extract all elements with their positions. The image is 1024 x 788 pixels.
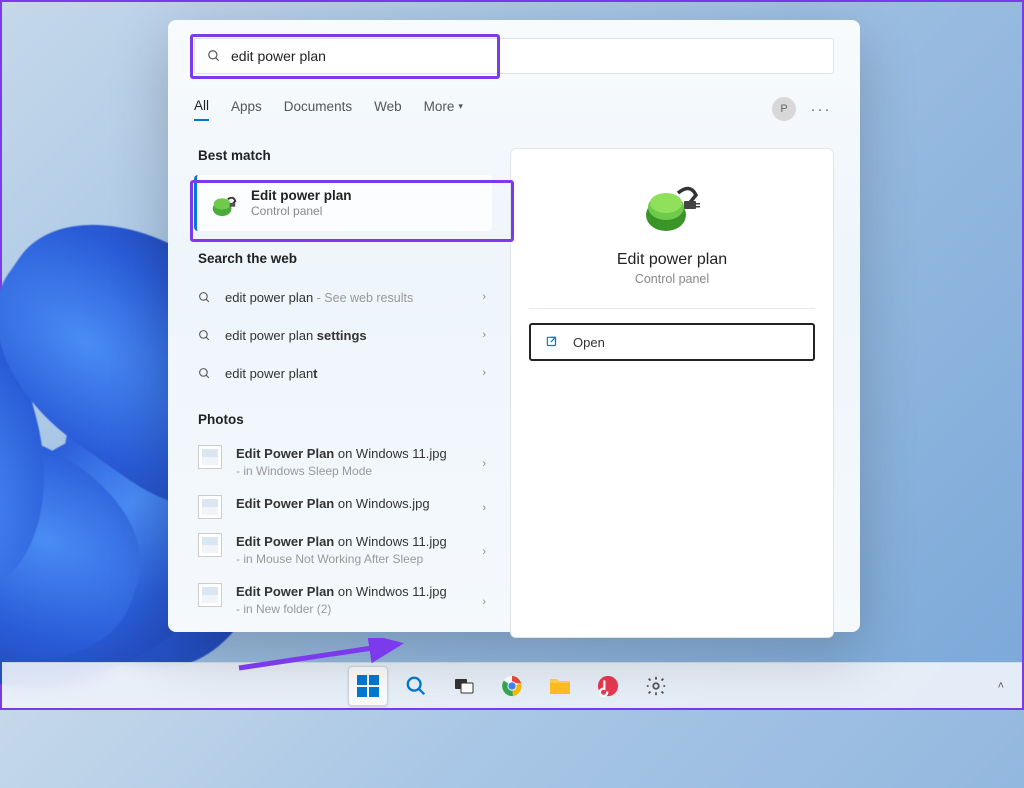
- chevron-right-icon: ›: [482, 596, 486, 608]
- best-match-result[interactable]: Edit power plan Control panel: [194, 175, 492, 231]
- web-result[interactable]: edit power plan - See web results ›: [194, 278, 492, 316]
- chevron-right-icon: ›: [482, 502, 486, 514]
- user-avatar[interactable]: P: [772, 97, 796, 121]
- detail-title: Edit power plan: [617, 251, 727, 269]
- results-column: Best match Edit power plan Control panel…: [194, 148, 492, 638]
- chevron-right-icon: ›: [482, 458, 486, 470]
- more-options-button[interactable]: ···: [808, 101, 834, 118]
- photo-result[interactable]: Edit Power Plan on Windows.jpg ›: [194, 489, 492, 527]
- search-icon: [207, 49, 221, 63]
- open-label: Open: [573, 335, 605, 350]
- beats-icon[interactable]: [588, 666, 628, 706]
- tabs-row: All Apps Documents Web More ▾ P ···: [194, 92, 834, 126]
- chevron-right-icon: ›: [482, 367, 486, 379]
- detail-subtitle: Control panel: [635, 272, 709, 286]
- photo-thumbnail-icon: [198, 495, 222, 519]
- chrome-icon[interactable]: [492, 666, 532, 706]
- chevron-down-icon: ▾: [458, 101, 463, 112]
- web-result[interactable]: edit power plan settings ›: [194, 316, 492, 354]
- divider: [529, 308, 815, 309]
- power-plan-icon: [209, 188, 239, 218]
- photo-result[interactable]: Edit Power Plan on Windows 11.jpg- in Wi…: [194, 439, 492, 489]
- web-result[interactable]: edit power plant ›: [194, 354, 492, 392]
- tab-documents[interactable]: Documents: [284, 99, 352, 120]
- best-match-title: Edit power plan: [251, 188, 352, 203]
- file-explorer-icon[interactable]: [540, 666, 580, 706]
- open-icon: [545, 335, 559, 349]
- photos-heading: Photos: [194, 412, 492, 427]
- search-bar[interactable]: [194, 38, 834, 74]
- task-view-button[interactable]: [444, 666, 484, 706]
- search-input[interactable]: [231, 48, 821, 64]
- photo-result[interactable]: Edit Power Plan on Windwos 11.jpg- in Ne…: [194, 577, 492, 627]
- search-web-heading: Search the web: [194, 251, 492, 266]
- start-search-panel: All Apps Documents Web More ▾ P ··· Best…: [168, 20, 860, 632]
- search-icon: [198, 291, 211, 304]
- taskbar-search-button[interactable]: [396, 666, 436, 706]
- chevron-right-icon: ›: [482, 546, 486, 558]
- search-icon: [198, 329, 211, 342]
- photo-thumbnail-icon: [198, 445, 222, 469]
- tab-more[interactable]: More ▾: [424, 99, 463, 120]
- settings-icon[interactable]: [636, 666, 676, 706]
- open-button[interactable]: Open: [529, 323, 815, 361]
- tab-all[interactable]: All: [194, 98, 209, 121]
- best-match-heading: Best match: [194, 148, 492, 163]
- detail-panel: Edit power plan Control panel Open: [510, 148, 834, 638]
- photo-thumbnail-icon: [198, 583, 222, 607]
- chevron-right-icon: ›: [482, 329, 486, 341]
- tab-apps[interactable]: Apps: [231, 99, 262, 120]
- show-hidden-icons-button[interactable]: ˄: [998, 680, 1004, 692]
- power-plan-large-icon: [640, 173, 704, 237]
- search-icon: [198, 367, 211, 380]
- taskbar: ˄: [2, 662, 1022, 708]
- chevron-right-icon: ›: [482, 291, 486, 303]
- start-button[interactable]: [348, 666, 388, 706]
- best-match-subtitle: Control panel: [251, 204, 352, 218]
- tab-web[interactable]: Web: [374, 99, 402, 120]
- photo-result[interactable]: Edit Power Plan on Windows 11.jpg- in Mo…: [194, 527, 492, 577]
- photo-thumbnail-icon: [198, 533, 222, 557]
